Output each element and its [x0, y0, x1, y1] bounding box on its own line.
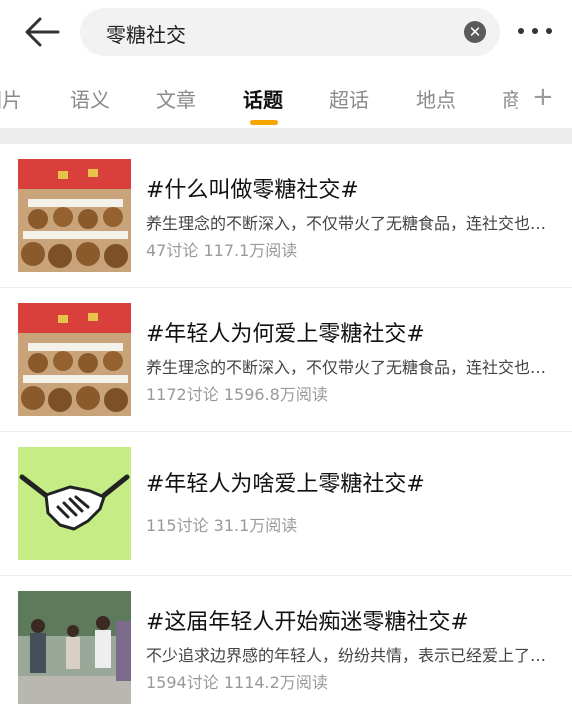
search-input[interactable]: 零糖社交 ✕: [80, 8, 500, 56]
read-count: 117.1万阅读: [203, 241, 298, 260]
topic-description: 养生理念的不断深入，不仅带火了无糖食品，连社交也开始讲究无糖了: [146, 214, 556, 233]
topic-stats: 47讨论 117.1万阅读: [146, 237, 297, 261]
tab-super-topics[interactable]: 超话: [329, 84, 369, 113]
top-bar: 零糖社交 ✕: [0, 0, 572, 64]
topic-item[interactable]: #年轻人为啥爱上零糖社交# 115讨论 31.1万阅读: [0, 432, 572, 576]
read-count: 31.1万阅读: [213, 516, 298, 535]
people-photo-image: [18, 591, 131, 704]
read-count: 1596.8万阅读: [223, 385, 328, 404]
clear-search-icon[interactable]: ✕: [464, 21, 486, 43]
topic-description: 不少追求边界感的年轻人，纷纷共情，表示已经爱上了零糖社交: [146, 646, 556, 665]
discussion-count: 1594讨论: [146, 673, 219, 692]
search-query: 零糖社交: [106, 23, 186, 47]
tab-products[interactable]: 商: [502, 84, 518, 113]
handshake-icon: [18, 447, 131, 560]
tab-images[interactable]: 图片: [0, 84, 22, 113]
discussion-count: 1172讨论: [146, 385, 219, 404]
topic-stats: 1594讨论 1114.2万阅读: [146, 669, 328, 693]
tab-bar: 图片 语义 文章 话题 超话 地点 商: [0, 76, 572, 124]
back-arrow-icon[interactable]: [22, 14, 62, 50]
add-tab-icon[interactable]: +: [532, 82, 554, 112]
section-divider: [0, 128, 572, 144]
topic-item[interactable]: #这届年轻人开始痴迷零糖社交# 不少追求边界感的年轻人，纷纷共情，表示已经爱上了…: [0, 576, 572, 720]
topic-stats: 1172讨论 1596.8万阅读: [146, 381, 328, 405]
topic-item[interactable]: #年轻人为何爱上零糖社交# 养生理念的不断深入，不仅带火了无糖食品，连社交也开始…: [0, 288, 572, 432]
tab-semantic[interactable]: 语义: [70, 84, 110, 113]
plush-toys-image: [18, 303, 131, 416]
topic-item[interactable]: #什么叫做零糖社交# 养生理念的不断深入，不仅带火了无糖食品，连社交也开始讲究无…: [0, 144, 572, 288]
more-options-icon[interactable]: [518, 22, 554, 42]
discussion-count: 115讨论: [146, 516, 209, 535]
topic-stats: 115讨论 31.1万阅读: [146, 512, 297, 536]
discussion-count: 47讨论: [146, 241, 199, 260]
read-count: 1114.2万阅读: [223, 673, 328, 692]
plush-toys-image: [18, 159, 131, 272]
topic-title[interactable]: #这届年轻人开始痴迷零糖社交#: [146, 604, 469, 636]
topic-title[interactable]: #什么叫做零糖社交#: [146, 172, 359, 204]
topic-title[interactable]: #年轻人为啥爱上零糖社交#: [146, 466, 425, 498]
topic-title[interactable]: #年轻人为何爱上零糖社交#: [146, 316, 425, 348]
tab-places[interactable]: 地点: [416, 84, 456, 113]
topic-description: 养生理念的不断深入，不仅带火了无糖食品，连社交也开始讲究无糖了: [146, 358, 556, 377]
tab-topics[interactable]: 话题: [243, 84, 283, 113]
active-tab-indicator: [250, 120, 278, 125]
topic-list: #什么叫做零糖社交# 养生理念的不断深入，不仅带火了无糖食品，连社交也开始讲究无…: [0, 144, 572, 720]
tab-articles[interactable]: 文章: [156, 84, 196, 113]
